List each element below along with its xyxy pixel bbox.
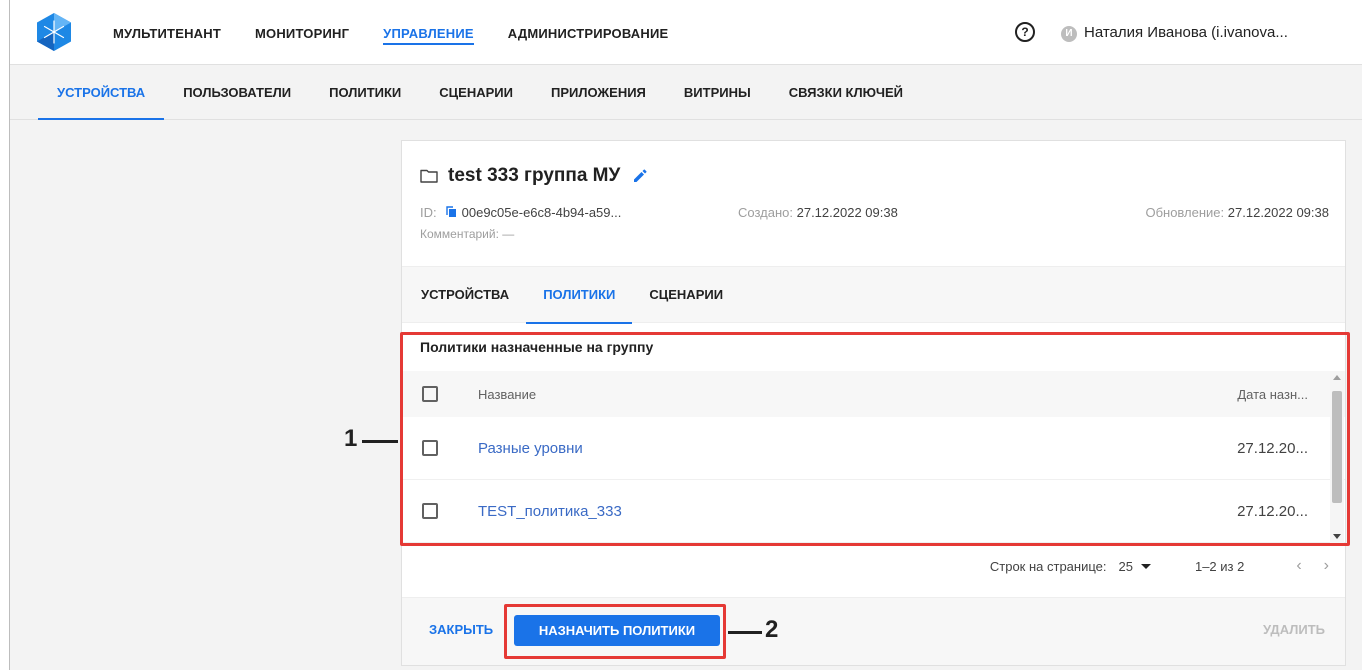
copy-icon[interactable] (445, 206, 457, 218)
rows-per-page-select[interactable]: 25 (1119, 559, 1151, 574)
tab-policies[interactable]: ПОЛИТИКИ (526, 267, 633, 324)
callout-number-2: 2 (765, 616, 779, 643)
rows-per-page-value: 25 (1118, 558, 1133, 574)
updated-value: 27.12.2022 09:38 (1227, 204, 1329, 220)
delete-button: УДАЛИТЬ (1263, 622, 1325, 637)
callout-line-2 (728, 631, 762, 634)
topnav-monitoring[interactable]: МОНИТОРИНГ (238, 0, 366, 65)
top-app-bar: МУЛЬТИТЕНАНТ МОНИТОРИНГ УПРАВЛЕНИЕ АДМИН… (10, 0, 1362, 65)
next-page-icon[interactable]: › (1324, 557, 1329, 575)
help-icon[interactable]: ? (1015, 22, 1035, 42)
highlight-box-assign-button (504, 604, 726, 659)
callout-line-1 (362, 440, 398, 443)
tab-devices[interactable]: УСТРОЙСТВА (404, 267, 526, 323)
created-label: Создано: (738, 204, 793, 220)
caret-down-icon (1140, 563, 1151, 569)
prev-page-icon[interactable]: ‹ (1296, 557, 1301, 575)
sub-navigation: УСТРОЙСТВА ПОЛЬЗОВАТЕЛИ ПОЛИТИКИ СЦЕНАРИ… (10, 66, 1362, 120)
user-name[interactable]: Наталия Иванова (i.ivanova... (1084, 24, 1314, 41)
topnav-administration[interactable]: АДМИНИСТРИРОВАНИЕ (491, 0, 686, 65)
group-comment: Комментарий: — (420, 227, 515, 241)
page-range: 1–2 из 2 (1194, 558, 1245, 574)
app-logo-icon[interactable] (36, 12, 72, 52)
window-frame (0, 0, 10, 670)
folder-icon (420, 169, 438, 183)
id-label: ID: (420, 204, 437, 220)
group-tabs: УСТРОЙСТВА ПОЛИТИКИ СЦЕНАРИИ (402, 267, 1345, 324)
highlight-box-policies-table (400, 332, 1350, 546)
topnav-multitenant[interactable]: МУЛЬТИТЕНАНТ (96, 0, 238, 65)
subnav-keychains[interactable]: СВЯЗКИ КЛЮЧЕЙ (770, 66, 922, 120)
tab-scenarios[interactable]: СЦЕНАРИИ (632, 267, 740, 323)
edit-icon[interactable] (632, 168, 648, 184)
group-header: test 333 группа МУ ID: 00e9c05e-e6c8-4b9… (402, 141, 1345, 267)
close-button[interactable]: ЗАКРЫТЬ (429, 622, 493, 637)
callout-number-1: 1 (344, 425, 358, 452)
rows-per-page-label: Строк на странице: (989, 558, 1107, 574)
subnav-users[interactable]: ПОЛЬЗОВАТЕЛИ (164, 66, 310, 120)
subnav-applications[interactable]: ПРИЛОЖЕНИЯ (532, 66, 665, 120)
group-id-value: 00e9c05e-e6c8-4b94-a59... (461, 204, 622, 220)
group-meta: ID: 00e9c05e-e6c8-4b94-a59... Создано: 2… (420, 203, 1329, 221)
pagination: Строк на странице: 25 1–2 из 2 ‹ › (402, 543, 1345, 589)
updated-label: Обновление: (1145, 204, 1225, 220)
created-value: 27.12.2022 09:38 (796, 204, 898, 220)
subnav-showcases[interactable]: ВИТРИНЫ (665, 66, 770, 120)
subnav-policies[interactable]: ПОЛИТИКИ (310, 66, 420, 120)
main-navigation: МУЛЬТИТЕНАНТ МОНИТОРИНГ УПРАВЛЕНИЕ АДМИН… (96, 0, 685, 65)
user-avatar[interactable]: И (1061, 26, 1077, 42)
topnav-management[interactable]: УПРАВЛЕНИЕ (366, 0, 491, 65)
subnav-devices[interactable]: УСТРОЙСТВА (38, 66, 165, 120)
subnav-scenarios[interactable]: СЦЕНАРИИ (420, 66, 532, 120)
group-title: test 333 группа МУ (448, 165, 621, 186)
